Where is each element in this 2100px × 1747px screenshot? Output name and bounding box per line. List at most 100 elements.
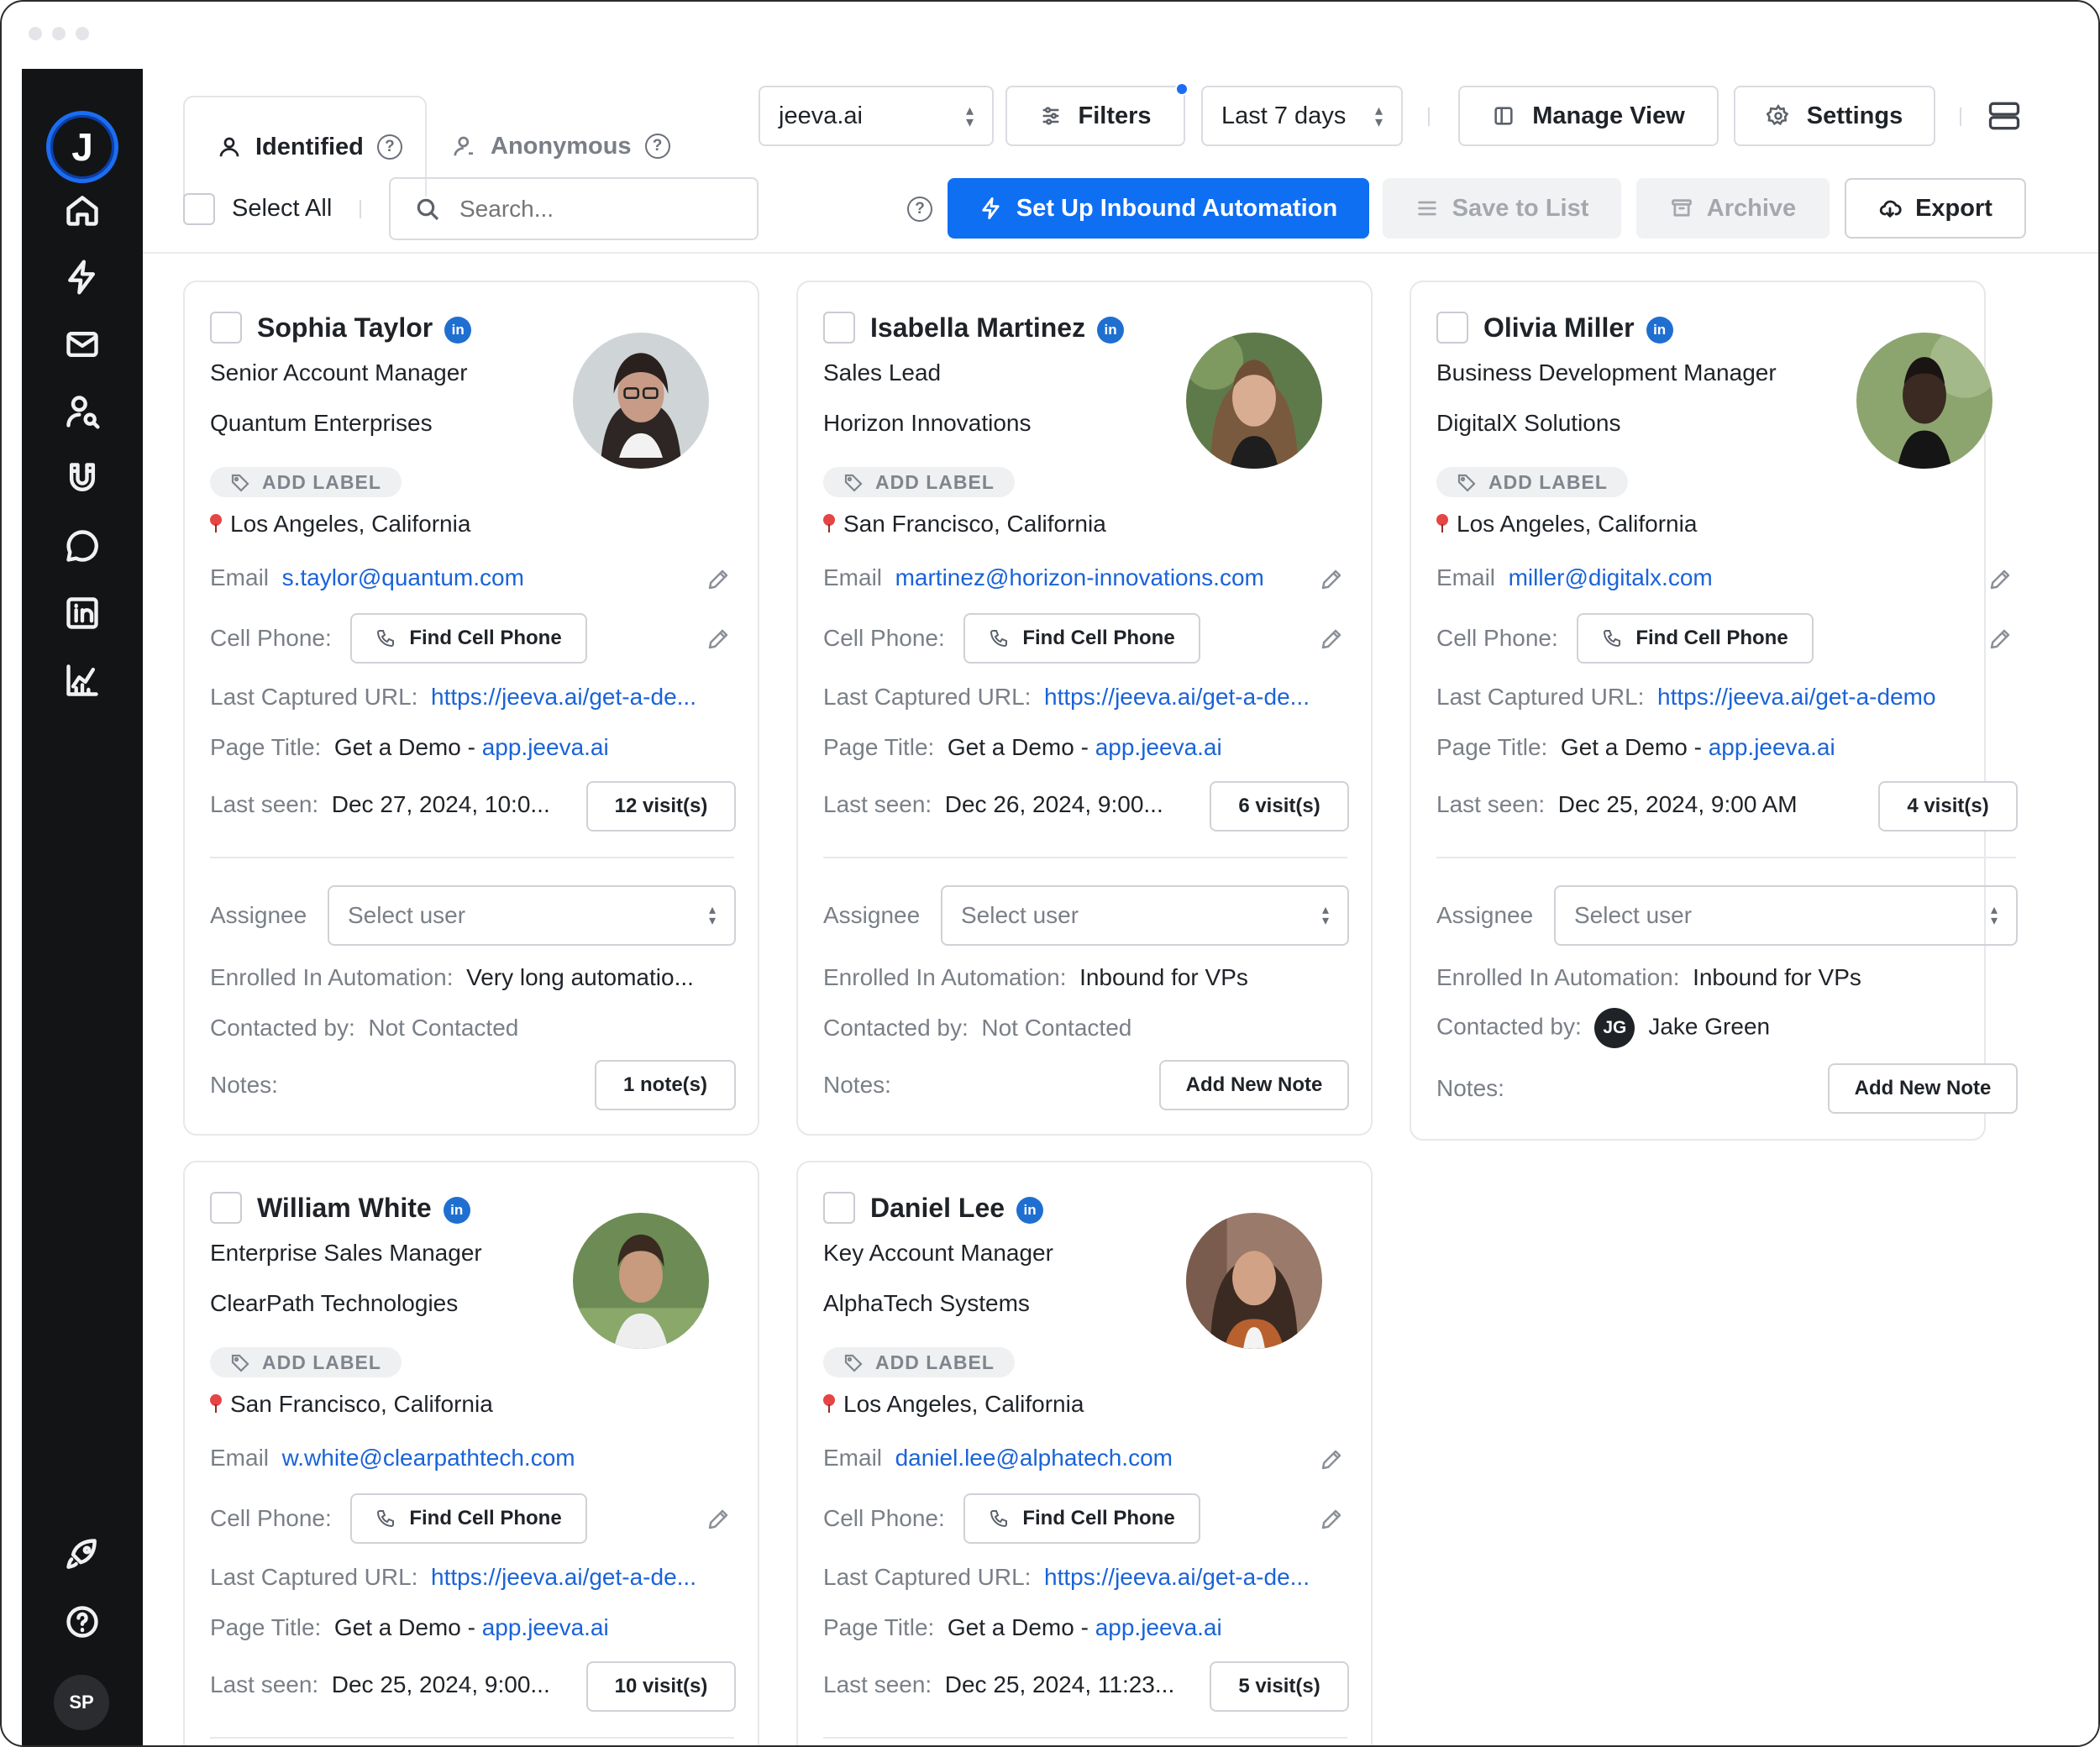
mail-icon[interactable]: [61, 323, 103, 365]
email-link[interactable]: w.white@clearpathtech.com: [282, 1445, 575, 1471]
page-title-link[interactable]: app.jeeva.ai: [482, 1614, 609, 1640]
contacted-value[interactable]: Jake Green: [1648, 1013, 1770, 1039]
settings-button[interactable]: Settings: [1734, 86, 1935, 146]
linkedin-icon[interactable]: in: [1646, 317, 1673, 344]
select-all[interactable]: Select All: [183, 177, 332, 240]
contact-name[interactable]: Daniel Lee: [870, 1193, 1005, 1223]
contact-checkbox[interactable]: [1436, 312, 1468, 344]
contact-card[interactable]: William White in Enterprise Sales Manager…: [183, 1161, 759, 1745]
find-cell-phone-button[interactable]: Find Cell Phone: [1577, 613, 1814, 664]
find-cell-phone-button[interactable]: Find Cell Phone: [963, 1493, 1200, 1544]
magnet-icon[interactable]: [61, 458, 103, 500]
find-cell-phone-button[interactable]: Find Cell Phone: [350, 1493, 587, 1544]
page-title-link[interactable]: app.jeeva.ai: [1095, 1614, 1222, 1640]
edit-pencil-icon[interactable]: [1319, 1507, 1344, 1532]
export-button[interactable]: Export: [1845, 178, 2026, 239]
edit-pencil-icon[interactable]: [1319, 1447, 1344, 1472]
edit-pencil-icon[interactable]: [1987, 567, 2013, 592]
visits-button[interactable]: 6 visit(s): [1210, 781, 1349, 832]
assignee-select[interactable]: Select user ▴ ▾: [328, 885, 736, 946]
contact-checkbox[interactable]: [823, 312, 855, 344]
linkedin-icon[interactable]: in: [444, 317, 472, 344]
search-box[interactable]: [389, 177, 759, 240]
home-icon[interactable]: [61, 189, 103, 231]
edit-pencil-icon[interactable]: [706, 1507, 731, 1532]
save-to-list-button[interactable]: Save to List: [1383, 178, 1621, 239]
find-cell-phone-label: Find Cell Phone: [409, 627, 562, 649]
search-input[interactable]: [459, 195, 728, 223]
last-url-link[interactable]: https://jeeva.ai/get-a-de...: [1044, 684, 1310, 710]
email-link[interactable]: miller@digitalx.com: [1509, 564, 1713, 590]
app-logo[interactable]: J: [46, 111, 118, 183]
assignee-select[interactable]: Select user ▴ ▾: [941, 885, 1349, 946]
archive-button[interactable]: Archive: [1636, 178, 1830, 239]
contact-name[interactable]: Sophia Taylor: [257, 312, 433, 343]
edit-pencil-icon[interactable]: [1319, 567, 1344, 592]
edit-pencil-icon[interactable]: [1987, 627, 2013, 652]
manage-view-button[interactable]: Manage View: [1458, 86, 1719, 146]
help-icon[interactable]: ?: [907, 197, 932, 222]
visits-button[interactable]: 12 visit(s): [586, 781, 736, 832]
chat-icon[interactable]: [61, 525, 103, 567]
linkedin-icon[interactable]: [61, 592, 103, 634]
contact-checkbox[interactable]: [823, 1192, 855, 1224]
lightning-icon[interactable]: [61, 256, 103, 298]
find-cell-phone-button[interactable]: Find Cell Phone: [350, 613, 587, 664]
visits-button[interactable]: 5 visit(s): [1210, 1661, 1349, 1712]
page-title-link[interactable]: app.jeeva.ai: [1095, 734, 1222, 760]
tag-icon: [844, 474, 863, 492]
add-label-button[interactable]: ADD LABEL: [823, 467, 1015, 497]
contact-card[interactable]: Sophia Taylor in Senior Account Manager Q…: [183, 281, 759, 1136]
visits-button[interactable]: 10 visit(s): [586, 1661, 736, 1712]
add-label-button[interactable]: ADD LABEL: [210, 467, 402, 497]
add-label-button[interactable]: ADD LABEL: [210, 1347, 402, 1377]
linkedin-icon[interactable]: in: [1016, 1197, 1044, 1224]
user-avatar[interactable]: SP: [54, 1675, 109, 1730]
contact-name[interactable]: Isabella Martinez: [870, 312, 1085, 343]
help-icon[interactable]: ?: [376, 134, 402, 160]
contact-card[interactable]: Daniel Lee in Key Account Manager AlphaTe…: [796, 1161, 1373, 1745]
person-search-icon[interactable]: [61, 391, 103, 433]
contact-card[interactable]: Isabella Martinez in Sales Lead Horizon I…: [796, 281, 1373, 1136]
date-range-select[interactable]: Last 7 days ▴ ▾: [1201, 86, 1403, 146]
contacted-label: Contacted by:: [823, 1015, 969, 1041]
chart-icon[interactable]: [61, 659, 103, 701]
rocket-icon[interactable]: [61, 1534, 103, 1576]
help-icon[interactable]: [61, 1601, 103, 1643]
contact-card[interactable]: Olivia Miller in Business Development Man…: [1410, 281, 2018, 1141]
linkedin-icon[interactable]: in: [1097, 317, 1125, 344]
last-url-link[interactable]: https://jeeva.ai/get-a-de...: [431, 684, 696, 710]
contact-name[interactable]: William White: [257, 1193, 432, 1223]
contact-checkbox[interactable]: [210, 1192, 242, 1224]
linkedin-icon[interactable]: in: [443, 1197, 470, 1224]
email-link[interactable]: martinez@horizon-innovations.com: [895, 564, 1264, 590]
find-cell-phone-button[interactable]: Find Cell Phone: [963, 613, 1200, 664]
notes-button[interactable]: 1 note(s): [595, 1060, 736, 1110]
add-note-button[interactable]: Add New Note: [1828, 1063, 2018, 1114]
contact-checkbox[interactable]: [210, 312, 242, 344]
filters-button[interactable]: Filters: [1005, 82, 1189, 146]
select-all-checkbox[interactable]: [183, 192, 215, 225]
edit-pencil-icon[interactable]: [706, 567, 731, 592]
last-url-link[interactable]: https://jeeva.ai/get-a-de...: [1044, 1564, 1310, 1590]
add-label-button[interactable]: ADD LABEL: [823, 1347, 1015, 1377]
page-title-link[interactable]: app.jeeva.ai: [1709, 734, 1835, 760]
edit-pencil-icon[interactable]: [706, 627, 731, 652]
last-url-link[interactable]: https://jeeva.ai/get-a-demo: [1657, 684, 1936, 710]
contact-name[interactable]: Olivia Miller: [1483, 312, 1635, 343]
email-link[interactable]: s.taylor@quantum.com: [282, 564, 524, 590]
email-label: Email: [1436, 564, 1496, 590]
add-note-button[interactable]: Add New Note: [1159, 1060, 1349, 1110]
last-url-link[interactable]: https://jeeva.ai/get-a-de...: [431, 1564, 696, 1590]
assignee-select[interactable]: Select user ▴ ▾: [1554, 885, 2018, 946]
page-title-link[interactable]: app.jeeva.ai: [482, 734, 609, 760]
layout-toggle-icon[interactable]: [1986, 97, 2023, 134]
email-link[interactable]: daniel.lee@alphatech.com: [895, 1445, 1173, 1471]
edit-pencil-icon[interactable]: [1319, 627, 1344, 652]
email-row: Email martinez@horizon-innovations.com: [823, 564, 1264, 591]
add-label-button[interactable]: ADD LABEL: [1436, 467, 1628, 497]
site-select[interactable]: jeeva.ai ▴ ▾: [759, 86, 994, 146]
setup-inbound-automation-button[interactable]: Set Up Inbound Automation: [948, 178, 1369, 239]
help-icon[interactable]: ?: [644, 134, 670, 159]
visits-button[interactable]: 4 visit(s): [1878, 781, 2018, 832]
